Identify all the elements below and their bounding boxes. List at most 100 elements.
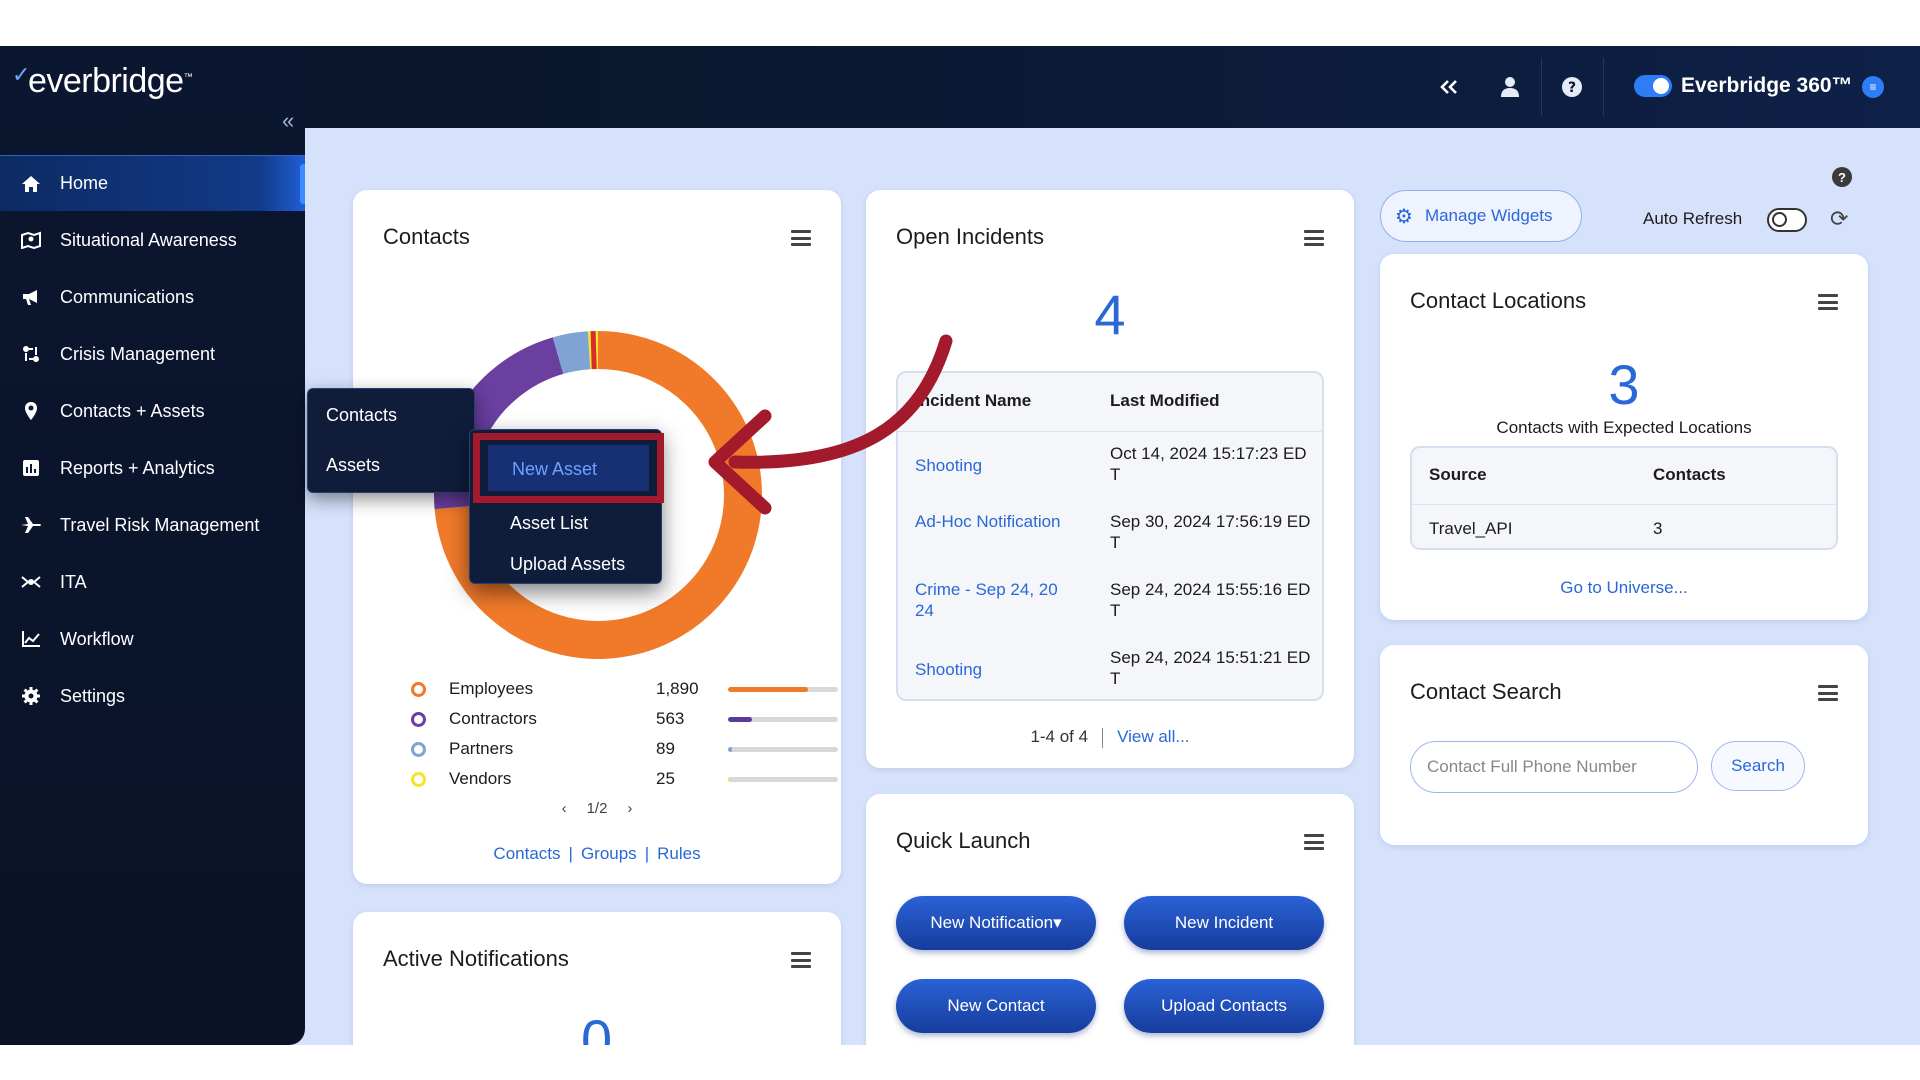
legend-row-partners: Partners 89 [411, 738, 838, 762]
incident-link[interactable]: Shooting [915, 455, 1065, 476]
sidebar-item-ita[interactable]: ITA [0, 554, 305, 610]
incident-link[interactable]: Ad-Hoc Notification [915, 511, 1065, 532]
sidebar-item-communications[interactable]: Communications [0, 269, 305, 325]
svg-text:?: ? [1568, 80, 1576, 96]
legend-bar [728, 747, 838, 752]
hamburger-menu-icon[interactable] [791, 230, 811, 246]
gear-icon [18, 686, 44, 706]
incidents-footer: 1-4 of 4 View all... [1030, 727, 1190, 748]
groups-link[interactable]: Groups [581, 844, 637, 863]
go-to-universe-link[interactable]: Go to Universe... [1380, 578, 1868, 598]
card-title: Open Incidents [896, 224, 1044, 249]
auto-refresh-label: Auto Refresh [1643, 209, 1743, 228]
incident-modified: Oct 14, 2024 15:17:23 EDT [1110, 444, 1307, 484]
crisis-icon [18, 345, 44, 363]
sidebar: ✓everbridge™ « Home Situational Awarenes… [0, 46, 305, 1045]
submenu-item-upload-assets[interactable]: Upload Assets [510, 554, 625, 575]
map-icon [18, 231, 44, 249]
rules-link[interactable]: Rules [657, 844, 700, 863]
pin-icon [18, 401, 44, 421]
submenu-item-asset-list[interactable]: Asset List [510, 513, 588, 534]
chevron-left-icon[interactable]: ‹ [562, 800, 567, 817]
hamburger-menu-icon[interactable] [1304, 230, 1324, 246]
table-row: Crime - Sep 24, 2024 Sep 24, 2024 15:55:… [898, 577, 1322, 645]
contact-search-card: Contact Search Contact Full Phone Number… [1380, 645, 1868, 845]
line-chart-icon [18, 630, 44, 648]
new-notification-button[interactable]: New Notification▾ [896, 896, 1096, 950]
legend-row-employees: Employees 1,890 [411, 678, 838, 702]
flyout-item-contacts[interactable]: Contacts [326, 405, 397, 426]
table-row: Shooting Sep 24, 2024 15:51:21 EDT [898, 645, 1322, 699]
divider [898, 431, 1322, 432]
contacts-cell: 3 [1653, 519, 1663, 538]
flyout-item-assets[interactable]: Assets [326, 455, 380, 476]
sidebar-item-crisis-management[interactable]: Crisis Management [0, 326, 305, 382]
table-row: Shooting Oct 14, 2024 15:17:23 EDT [898, 441, 1322, 509]
auto-refresh-toggle[interactable] [1767, 208, 1807, 232]
active-notifications-count[interactable]: 0 [581, 1007, 612, 1045]
card-title: Active Notifications [383, 946, 569, 971]
help-icon[interactable]: ? [1557, 72, 1587, 102]
legend-marker [411, 742, 426, 757]
incident-link[interactable]: Crime - Sep 24, 2024 [915, 579, 1065, 621]
manage-widgets-button[interactable]: ⚙ Manage Widgets [1380, 190, 1582, 242]
hamburger-menu-icon[interactable] [1818, 685, 1838, 701]
sidebar-item-travel-risk-management[interactable]: Travel Risk Management [0, 497, 305, 553]
hamburger-menu-icon[interactable] [791, 952, 811, 968]
home-icon [18, 175, 44, 193]
search-button[interactable]: Search [1711, 741, 1805, 791]
sidebar-item-reports-analytics[interactable]: Reports + Analytics [0, 440, 305, 496]
incidents-table: Incident Name Last Modified Shooting Oct… [896, 371, 1324, 701]
sidebar-item-workflow[interactable]: Workflow [0, 611, 305, 667]
phone-search-input[interactable]: Contact Full Phone Number [1410, 741, 1698, 793]
card-title: Contact Locations [1410, 288, 1587, 313]
donut-slice-other [590, 330, 597, 370]
double-chevron-left-icon[interactable] [1434, 72, 1464, 102]
new-contact-button[interactable]: New Contact [896, 979, 1096, 1033]
active-notifications-card: Active Notifications 0 [353, 912, 841, 1045]
view-all-link[interactable]: View all... [1117, 727, 1189, 746]
incident-modified: Sep 24, 2024 15:51:21 EDT [1110, 648, 1311, 688]
upload-contacts-button[interactable]: Upload Contacts [1124, 979, 1324, 1033]
sidebar-item-contacts-assets[interactable]: Contacts + Assets [0, 383, 305, 439]
incident-link[interactable]: Shooting [915, 659, 1065, 680]
contact-locations-count[interactable]: 3 [1380, 352, 1868, 417]
contact-locations-subtitle: Contacts with Expected Locations [1496, 418, 1752, 437]
donut-slice-partners[interactable] [552, 331, 591, 375]
hamburger-menu-icon[interactable] [1818, 294, 1838, 310]
legend-pager: ‹ 1/2 › [561, 800, 633, 817]
topbar-divider [1541, 58, 1542, 116]
app-window: ? Everbridge 360™ ≡ ✓everbridge™ « Home … [0, 46, 1920, 1045]
collapse-sidebar-icon[interactable]: « [282, 108, 294, 134]
new-incident-button[interactable]: New Incident [1124, 896, 1324, 950]
source-cell: Travel_API [1429, 519, 1513, 538]
contacts-link[interactable]: Contacts [493, 844, 560, 863]
legend-bar [728, 687, 838, 692]
sidebar-item-home[interactable]: Home [0, 155, 305, 211]
hamburger-menu-icon[interactable] [1304, 834, 1324, 850]
card-title: Contact Search [1410, 679, 1562, 704]
sidebar-item-settings[interactable]: Settings [0, 668, 305, 724]
sidebar-item-situational-awareness[interactable]: Situational Awareness [0, 212, 305, 268]
satellite-icon [18, 573, 44, 591]
open-incidents-count[interactable]: 4 [866, 282, 1354, 347]
incident-modified: Sep 24, 2024 15:55:16 EDT [1110, 580, 1311, 620]
plane-icon [18, 516, 44, 534]
help-icon[interactable]: ? [1832, 167, 1852, 187]
open-incidents-card: Open Incidents 4 Incident Name Last Modi… [866, 190, 1354, 768]
chevron-right-icon[interactable]: › [627, 800, 632, 817]
product-label: Everbridge 360™ [1681, 74, 1853, 97]
chat-icon[interactable]: ≡ [1862, 76, 1884, 98]
column-header: Last Modified [1110, 391, 1220, 410]
gear-icon: ⚙ [1395, 205, 1413, 228]
refresh-icon[interactable]: ⟳ [1830, 206, 1848, 232]
everbridge-360-toggle[interactable] [1634, 75, 1672, 97]
everbridge-logo[interactable]: ✓everbridge™ [12, 62, 193, 101]
legend-row-vendors: Vendors 25 [411, 768, 838, 792]
contacts-assets-flyout: Contacts Assets [307, 388, 475, 493]
legend-row-contractors: Contractors 563 [411, 708, 838, 732]
contacts-links: Contacts | Groups | Rules [493, 844, 701, 863]
incident-modified: Sep 30, 2024 17:56:19 EDT [1110, 512, 1311, 552]
legend-marker [411, 712, 426, 727]
user-icon[interactable] [1495, 72, 1525, 102]
